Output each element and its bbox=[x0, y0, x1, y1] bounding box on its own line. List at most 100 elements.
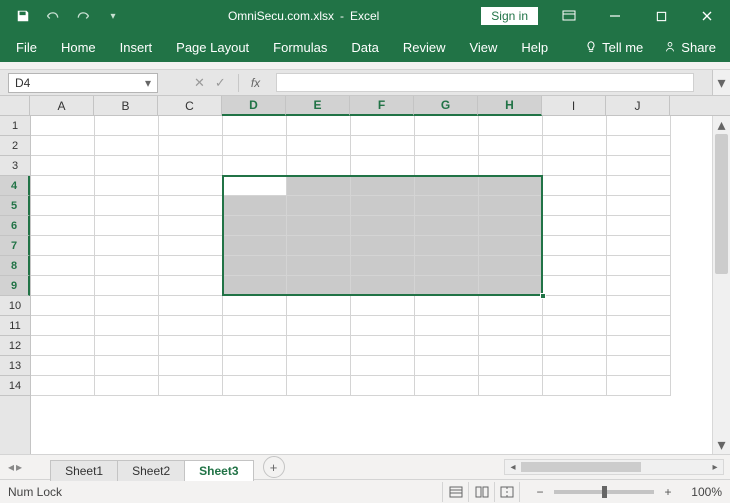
column-header-D[interactable]: D bbox=[222, 96, 286, 116]
cell-J2[interactable] bbox=[607, 136, 671, 156]
cell-H8[interactable] bbox=[479, 256, 543, 276]
cell-H4[interactable] bbox=[479, 176, 543, 196]
fill-handle[interactable] bbox=[540, 293, 546, 299]
cell-C6[interactable] bbox=[159, 216, 223, 236]
row-header-8[interactable]: 8 bbox=[0, 256, 30, 276]
scroll-down-icon[interactable]: ▾ bbox=[713, 436, 730, 454]
cell-H6[interactable] bbox=[479, 216, 543, 236]
column-header-G[interactable]: G bbox=[414, 96, 478, 116]
cell-B12[interactable] bbox=[95, 336, 159, 356]
cell-C8[interactable] bbox=[159, 256, 223, 276]
maximize-icon[interactable] bbox=[638, 0, 684, 32]
cell-C1[interactable] bbox=[159, 116, 223, 136]
cell-E2[interactable] bbox=[287, 136, 351, 156]
row-header-11[interactable]: 11 bbox=[0, 316, 30, 336]
cancel-formula-icon[interactable]: ✕ bbox=[194, 75, 205, 91]
cell-G8[interactable] bbox=[415, 256, 479, 276]
scroll-right-icon[interactable]: ▸ bbox=[707, 462, 723, 473]
column-header-B[interactable]: B bbox=[94, 96, 158, 115]
cell-B9[interactable] bbox=[95, 276, 159, 296]
cell-D1[interactable] bbox=[223, 116, 287, 136]
column-header-I[interactable]: I bbox=[542, 96, 606, 115]
cell-C10[interactable] bbox=[159, 296, 223, 316]
cell-H7[interactable] bbox=[479, 236, 543, 256]
cell-B3[interactable] bbox=[95, 156, 159, 176]
enter-formula-icon[interactable]: ✓ bbox=[215, 75, 226, 91]
row-header-14[interactable]: 14 bbox=[0, 376, 30, 396]
column-header-C[interactable]: C bbox=[158, 96, 222, 115]
cell-F3[interactable] bbox=[351, 156, 415, 176]
cell-E6[interactable] bbox=[287, 216, 351, 236]
cell-B7[interactable] bbox=[95, 236, 159, 256]
cell-F9[interactable] bbox=[351, 276, 415, 296]
cell-A10[interactable] bbox=[31, 296, 95, 316]
formula-input[interactable] bbox=[276, 73, 694, 92]
cell-A12[interactable] bbox=[31, 336, 95, 356]
cell-B14[interactable] bbox=[95, 376, 159, 396]
cell-J12[interactable] bbox=[607, 336, 671, 356]
share-button[interactable]: Share bbox=[653, 40, 726, 55]
cell-I4[interactable] bbox=[543, 176, 607, 196]
cell-I5[interactable] bbox=[543, 196, 607, 216]
cell-D14[interactable] bbox=[223, 376, 287, 396]
cell-H2[interactable] bbox=[479, 136, 543, 156]
tab-formulas[interactable]: Formulas bbox=[261, 32, 339, 62]
cell-D6[interactable] bbox=[223, 216, 287, 236]
cell-B4[interactable] bbox=[95, 176, 159, 196]
fx-icon[interactable]: fx bbox=[251, 76, 260, 90]
row-header-10[interactable]: 10 bbox=[0, 296, 30, 316]
tellme-button[interactable]: Tell me bbox=[574, 40, 653, 55]
cell-E7[interactable] bbox=[287, 236, 351, 256]
cell-E10[interactable] bbox=[287, 296, 351, 316]
cell-I8[interactable] bbox=[543, 256, 607, 276]
cell-F12[interactable] bbox=[351, 336, 415, 356]
view-page-layout-icon[interactable] bbox=[468, 482, 494, 502]
cell-C5[interactable] bbox=[159, 196, 223, 216]
cell-G2[interactable] bbox=[415, 136, 479, 156]
zoom-percent[interactable]: 100% bbox=[682, 485, 722, 499]
column-header-J[interactable]: J bbox=[606, 96, 670, 115]
row-header-1[interactable]: 1 bbox=[0, 116, 30, 136]
cell-F1[interactable] bbox=[351, 116, 415, 136]
zoom-slider[interactable] bbox=[554, 490, 654, 494]
cell-C2[interactable] bbox=[159, 136, 223, 156]
cell-F11[interactable] bbox=[351, 316, 415, 336]
cell-H9[interactable] bbox=[479, 276, 543, 296]
cell-H1[interactable] bbox=[479, 116, 543, 136]
row-header-13[interactable]: 13 bbox=[0, 356, 30, 376]
cell-E11[interactable] bbox=[287, 316, 351, 336]
tab-file[interactable]: File bbox=[4, 32, 49, 62]
vertical-scrollbar-thumb[interactable] bbox=[715, 134, 728, 274]
cell-F8[interactable] bbox=[351, 256, 415, 276]
scroll-up-icon[interactable]: ▴ bbox=[713, 116, 730, 134]
cell-I13[interactable] bbox=[543, 356, 607, 376]
cell-H13[interactable] bbox=[479, 356, 543, 376]
horizontal-scrollbar-thumb[interactable] bbox=[521, 462, 641, 472]
cell-B6[interactable] bbox=[95, 216, 159, 236]
cell-H3[interactable] bbox=[479, 156, 543, 176]
scroll-left-icon[interactable]: ◂ bbox=[505, 462, 521, 473]
undo-icon[interactable] bbox=[40, 3, 66, 29]
cell-G10[interactable] bbox=[415, 296, 479, 316]
cell-J4[interactable] bbox=[607, 176, 671, 196]
cell-G11[interactable] bbox=[415, 316, 479, 336]
cell-E12[interactable] bbox=[287, 336, 351, 356]
view-normal-icon[interactable] bbox=[442, 482, 468, 502]
cell-J3[interactable] bbox=[607, 156, 671, 176]
cell-D3[interactable] bbox=[223, 156, 287, 176]
column-header-F[interactable]: F bbox=[350, 96, 414, 116]
view-page-break-icon[interactable] bbox=[494, 482, 520, 502]
cell-J6[interactable] bbox=[607, 216, 671, 236]
cell-H14[interactable] bbox=[479, 376, 543, 396]
cell-F7[interactable] bbox=[351, 236, 415, 256]
signin-button[interactable]: Sign in bbox=[481, 7, 538, 25]
cell-D11[interactable] bbox=[223, 316, 287, 336]
cell-F2[interactable] bbox=[351, 136, 415, 156]
cell-I7[interactable] bbox=[543, 236, 607, 256]
cell-A6[interactable] bbox=[31, 216, 95, 236]
cell-A7[interactable] bbox=[31, 236, 95, 256]
cell-I14[interactable] bbox=[543, 376, 607, 396]
cell-E4[interactable] bbox=[287, 176, 351, 196]
cell-G5[interactable] bbox=[415, 196, 479, 216]
cell-J14[interactable] bbox=[607, 376, 671, 396]
